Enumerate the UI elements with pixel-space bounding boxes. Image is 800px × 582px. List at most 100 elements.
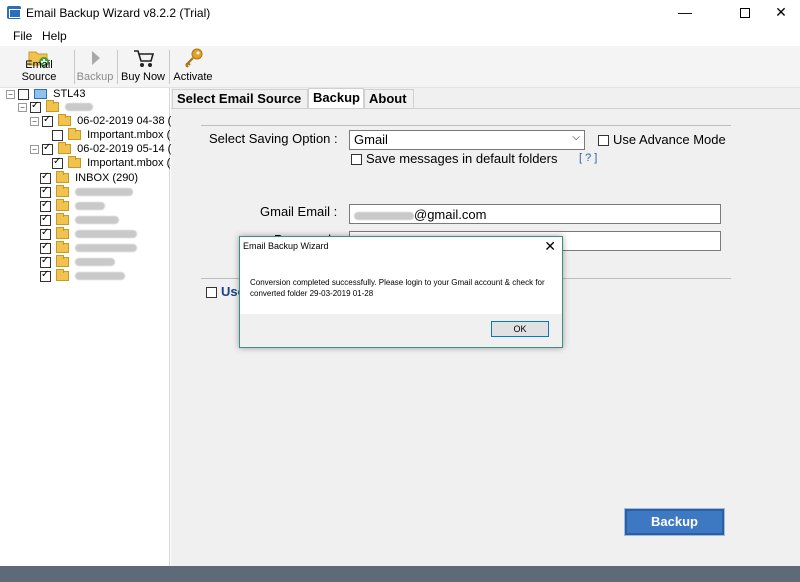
buy-now-label: Buy Now — [120, 71, 166, 83]
tree-expander[interactable]: − — [30, 145, 39, 154]
tree-checkbox[interactable] — [40, 199, 51, 212]
tree-folder-label: 06-02-2019 04-38 (0) — [77, 115, 182, 128]
checkbox-box[interactable] — [351, 154, 362, 166]
activate-label: Activate — [173, 71, 213, 83]
redacted-account-name — [65, 103, 94, 112]
tree-folder[interactable] — [40, 227, 138, 242]
dialog-footer: OK — [240, 314, 562, 347]
backup-toolbar-button[interactable]: Backup — [76, 46, 114, 88]
folder-icon — [56, 241, 70, 254]
save-default-label: Save messages in default folders — [366, 151, 558, 166]
tree-file-label: Important.mbox (25 — [87, 129, 183, 142]
minimize-icon: — — [678, 4, 692, 20]
chevron-down-icon: ⌵ — [572, 132, 580, 143]
tree-file[interactable]: Important.mbox (25 — [52, 128, 183, 143]
folder-icon — [56, 185, 70, 198]
menu-file[interactable]: File — [13, 29, 32, 43]
backup-toolbar-label: Backup — [76, 71, 114, 83]
menu-help[interactable]: Help — [42, 29, 67, 43]
email-source-label: Email Source — [21, 59, 57, 83]
advance-mode-label: Use Advance Mode — [613, 132, 726, 147]
close-icon: ✕ — [544, 238, 556, 254]
maximize-icon — [740, 8, 750, 19]
tree-checkbox[interactable] — [42, 142, 53, 155]
gmail-email-field[interactable]: @gmail.com — [349, 204, 721, 224]
title-bar: Email Backup Wizard v8.2.2 (Trial) — ✕ — [0, 0, 800, 26]
saving-option-select[interactable]: Gmail ⌵ — [349, 130, 585, 150]
tree-file-label: Important.mbox (25 — [87, 157, 183, 170]
tree-folder[interactable] — [40, 199, 106, 214]
folder-icon — [58, 114, 72, 127]
tree-expander[interactable]: − — [30, 117, 39, 126]
tree-checkbox[interactable] — [30, 100, 41, 113]
gmail-email-suffix: @gmail.com — [414, 207, 487, 222]
ok-button[interactable]: OK — [491, 321, 549, 337]
tree-checkbox[interactable] — [42, 114, 53, 127]
close-button[interactable]: ✕ — [758, 0, 800, 26]
cart-icon — [134, 50, 155, 67]
saving-option-label: Select Saving Option : — [209, 131, 338, 146]
folder-icon — [56, 269, 70, 282]
app-icon — [7, 6, 21, 19]
tree-expander[interactable]: − — [18, 103, 27, 112]
tree-folder[interactable]: − 06-02-2019 04-38 (0) — [30, 114, 182, 129]
checkbox-box[interactable] — [598, 135, 609, 147]
tree-file[interactable]: Important.mbox (25 — [52, 156, 183, 171]
tree-checkbox[interactable] — [40, 213, 51, 226]
gmail-email-label: Gmail Email : — [260, 204, 338, 219]
buy-now-button[interactable]: Buy Now — [120, 46, 166, 88]
tree-folder[interactable] — [40, 185, 134, 200]
tree-folder[interactable] — [40, 213, 120, 228]
tree-checkbox[interactable] — [40, 255, 51, 268]
folder-icon — [58, 142, 72, 155]
tree-root-label: STL43 — [53, 88, 86, 101]
redacted-email-user — [354, 211, 414, 220]
tree-expander[interactable]: − — [6, 90, 15, 99]
computer-icon — [34, 89, 48, 100]
tab-backup[interactable]: Backup — [308, 88, 364, 108]
checkbox-box[interactable] — [206, 287, 217, 299]
tree-folder[interactable] — [40, 255, 116, 270]
folder-icon — [68, 156, 82, 169]
minimize-button[interactable]: — — [662, 0, 708, 26]
redacted-folder-name — [75, 216, 120, 225]
backup-button[interactable]: Backup — [624, 508, 725, 536]
save-default-folders-checkbox[interactable]: Save messages in default folders — [351, 151, 558, 166]
toolbar-separator — [74, 50, 75, 84]
dialog-message: Conversion completed successfully. Pleas… — [250, 278, 545, 298]
folder-tree: − STL43 − − 06-02-2019 04-38 (0) Importa… — [0, 88, 183, 566]
folder-icon — [56, 213, 70, 226]
redacted-folder-name — [75, 202, 106, 211]
tree-checkbox[interactable] — [52, 129, 63, 141]
saving-option-value: Gmail — [354, 132, 388, 147]
tree-folder[interactable] — [40, 269, 126, 284]
toolbar-separator — [117, 50, 118, 84]
folder-icon — [56, 255, 70, 268]
dialog-title: Email Backup Wizard — [243, 241, 329, 251]
tree-checkbox[interactable] — [52, 156, 63, 169]
tree-checkbox[interactable] — [40, 185, 51, 198]
activate-button[interactable]: Activate — [172, 46, 214, 88]
window-title: Email Backup Wizard v8.2.2 (Trial) — [26, 6, 211, 20]
tree-checkbox[interactable] — [18, 88, 29, 100]
menu-bar: File Help — [0, 26, 800, 46]
help-link[interactable]: [ ? ] — [579, 152, 597, 164]
advance-mode-checkbox[interactable]: Use Advance Mode — [598, 132, 726, 147]
toolbar-separator — [169, 50, 170, 84]
redacted-folder-name — [75, 230, 138, 239]
email-source-button[interactable]: Email Source — [8, 46, 70, 88]
tree-checkbox[interactable] — [40, 227, 51, 240]
dialog-close-button[interactable]: ✕ — [544, 238, 556, 255]
tree-folder-inbox[interactable]: INBOX (290) — [40, 171, 138, 186]
tree-account[interactable]: − — [18, 100, 94, 115]
tab-select-email-source[interactable]: Select Email Source — [172, 89, 308, 108]
divider — [201, 125, 731, 126]
tree-folder[interactable] — [40, 241, 138, 256]
redacted-folder-name — [75, 272, 126, 281]
tree-checkbox[interactable] — [40, 241, 51, 254]
tab-about[interactable]: About — [364, 89, 414, 108]
tree-checkbox[interactable] — [40, 171, 51, 184]
folder-icon — [56, 171, 70, 184]
tree-checkbox[interactable] — [40, 269, 51, 282]
folder-icon — [56, 227, 70, 240]
